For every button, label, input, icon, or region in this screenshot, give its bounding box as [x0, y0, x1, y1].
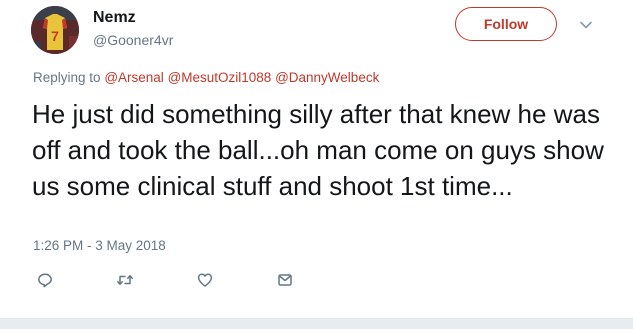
tweet-actions-bar: [0, 268, 633, 292]
user-avatar[interactable]: 7: [31, 6, 79, 54]
jersey-avatar-icon: 7: [31, 6, 79, 54]
mention-link-arsenal[interactable]: @Arsenal: [104, 70, 163, 85]
follow-button[interactable]: Follow: [455, 7, 557, 41]
mention-link-dannywelbeck[interactable]: @DannyWelbeck: [275, 70, 379, 85]
timeline-divider: [0, 318, 633, 329]
tweet-text: He just did something silly after that k…: [32, 99, 604, 201]
retweet-button[interactable]: [113, 268, 137, 292]
direct-message-button[interactable]: [273, 268, 297, 292]
tweet-timestamp[interactable]: 1:26 PM - 3 May 2018: [33, 238, 166, 253]
like-button[interactable]: [193, 268, 217, 292]
reply-button[interactable]: [33, 268, 57, 292]
retweet-icon: [117, 275, 133, 285]
user-display-name[interactable]: Nemz: [93, 9, 136, 27]
chevron-down-icon: [580, 21, 592, 29]
envelope-icon: [278, 274, 292, 286]
mention-link-mesutozil[interactable]: @MesutOzil1088: [168, 70, 272, 85]
reply-context: Replying to @Arsenal @MesutOzil1088 @Dan…: [33, 70, 379, 85]
reply-context-prefix: Replying to: [33, 70, 101, 85]
heart-icon: [197, 273, 213, 287]
reply-icon: [38, 273, 52, 288]
user-handle[interactable]: @Gooner4vr: [93, 32, 173, 48]
tweet-card: 7 Nemz @Gooner4vr Follow Replying to @Ar…: [0, 0, 633, 320]
svg-text:7: 7: [51, 28, 59, 44]
more-options-button[interactable]: [575, 14, 597, 36]
